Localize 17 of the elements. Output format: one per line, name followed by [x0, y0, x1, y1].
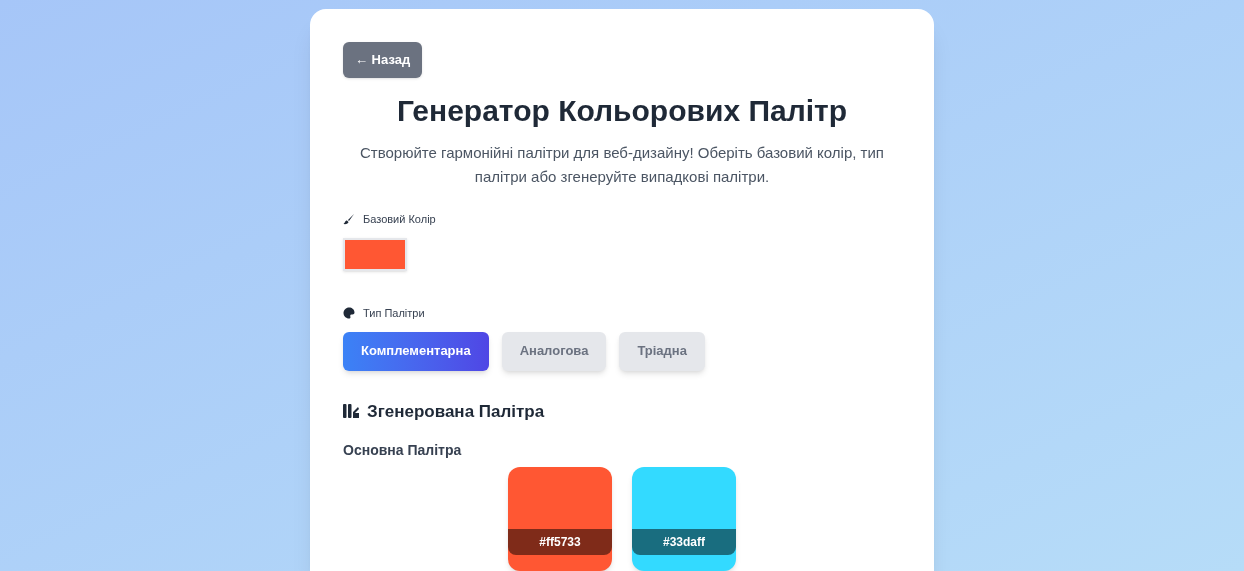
palette-icon	[343, 307, 355, 320]
base-color-label: Базовий Колір	[363, 212, 436, 227]
main-palette-heading: Основна Палітра	[343, 441, 463, 460]
color-picker[interactable]	[343, 237, 407, 271]
hex-code: #ff5733	[508, 529, 612, 555]
description-text: Створюйте гармонійні палітри для веб-дизайну! Оберіть базовий колір, тип палітри або згенеруйте випадкові палітри.	[359, 143, 885, 187]
swatches-icon	[343, 403, 359, 420]
palette-type-tab[interactable]: Комплементарна	[343, 331, 489, 371]
palette-type-tab[interactable]: Аналогова	[501, 331, 607, 371]
page-title: Генератор Кольорових Палітр	[395, 92, 849, 129]
generated-palette-heading: Згенерована Палітра	[367, 400, 545, 423]
color-swatch[interactable]: #33daff	[632, 467, 736, 571]
palette-type-tab[interactable]: Тріадна	[619, 331, 705, 371]
palette-type-label: Тип Палітри	[363, 306, 425, 321]
hex-code: #33daff	[632, 529, 736, 555]
color-swatch[interactable]: #ff5733	[508, 467, 612, 571]
back-button[interactable]: ← Назад	[343, 42, 423, 78]
